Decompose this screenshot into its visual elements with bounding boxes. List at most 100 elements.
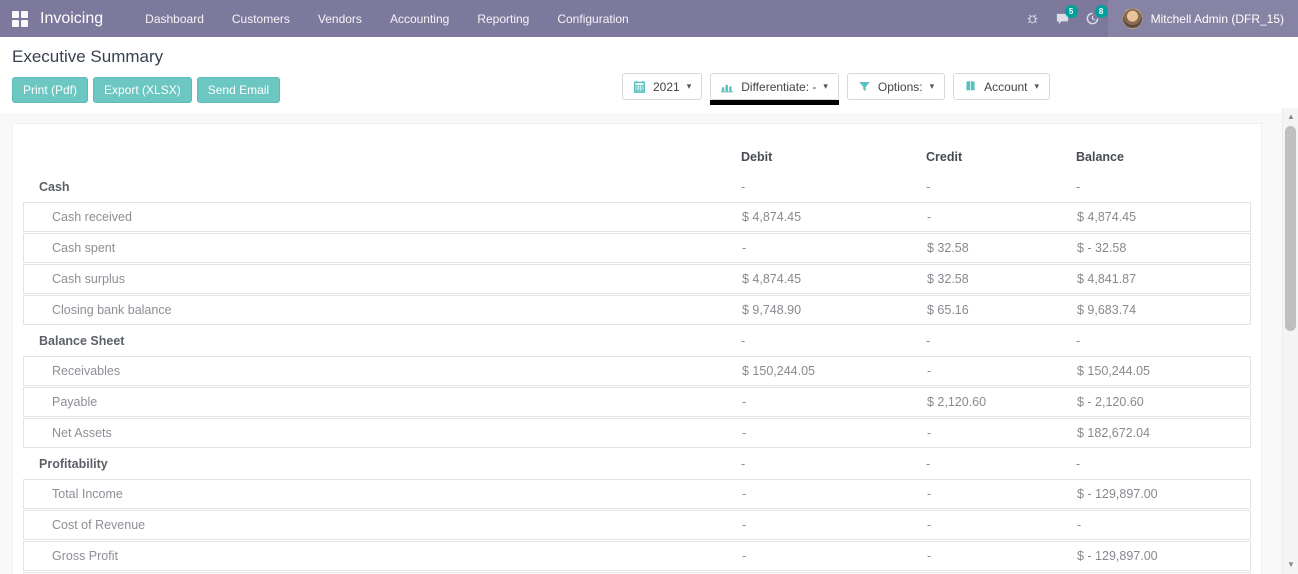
print-pdf-button[interactable]: Print (Pdf) — [12, 77, 88, 103]
table-row[interactable]: Cash surplus $ 4,874.45 $ 32.58 $ 4,841.… — [23, 264, 1251, 294]
table-row: Profitability - - - — [23, 449, 1251, 479]
row-credit: - — [927, 210, 1077, 224]
year-filter-button[interactable]: 2021 ▾ — [622, 73, 702, 100]
table-row[interactable]: Cash received $ 4,874.45 - $ 4,874.45 — [23, 202, 1251, 232]
column-header-balance: Balance — [1076, 150, 1251, 164]
row-debit: - — [742, 426, 927, 440]
column-header-credit: Credit — [926, 150, 1076, 164]
account-filter-label: Account — [984, 80, 1027, 94]
row-balance: - — [1076, 334, 1251, 348]
row-label: Cash received — [24, 210, 742, 224]
table-row: Cash - - - — [23, 172, 1251, 202]
row-credit: - — [927, 518, 1077, 532]
row-balance: $ 150,244.05 — [1077, 364, 1250, 378]
chevron-down-icon: ▾ — [1035, 81, 1040, 92]
table-row[interactable]: Net Assets - - $ 182,672.04 — [23, 418, 1251, 448]
nav-item-configuration[interactable]: Configuration — [543, 0, 642, 37]
row-label: Gross Profit — [24, 549, 742, 563]
chevron-down-icon: ▾ — [823, 81, 828, 92]
row-debit: - — [742, 487, 927, 501]
page-title: Executive Summary — [12, 47, 1286, 67]
activities-clock-icon[interactable]: 8 — [1078, 0, 1108, 37]
scroll-down-arrow-icon[interactable]: ▼ — [1283, 558, 1298, 572]
row-credit: $ 65.16 — [927, 303, 1077, 317]
scroll-up-arrow-icon[interactable]: ▲ — [1283, 110, 1298, 124]
apps-grid-icon[interactable] — [12, 11, 28, 27]
debug-bug-icon[interactable] — [1018, 0, 1048, 37]
table-row[interactable]: Total Income - - $ - 129,897.00 — [23, 479, 1251, 509]
row-label: Cash surplus — [24, 272, 742, 286]
filter-funnel-icon — [858, 80, 871, 93]
row-label: Cost of Revenue — [24, 518, 742, 532]
bar-chart-icon — [721, 80, 734, 93]
nav-item-accounting[interactable]: Accounting — [376, 0, 463, 37]
table-row[interactable]: Receivables $ 150,244.05 - $ 150,244.05 — [23, 356, 1251, 386]
table-body: Cash - - - Cash received $ 4,874.45 - $ … — [23, 172, 1251, 574]
row-credit: - — [927, 364, 1077, 378]
row-balance: $ 182,672.04 — [1077, 426, 1250, 440]
differentiate-filter-label: Differentiate: - — [741, 80, 816, 94]
messages-icon[interactable]: 5 — [1048, 0, 1078, 37]
report-filters: 2021 ▾ Differentiate: - ▾ Options: ▾ — [622, 73, 1050, 100]
row-balance: $ 9,683.74 — [1077, 303, 1250, 317]
nav-item-customers[interactable]: Customers — [218, 0, 304, 37]
row-balance: $ - 129,897.00 — [1077, 487, 1250, 501]
row-balance: - — [1076, 180, 1251, 194]
account-filter-button[interactable]: Account ▾ — [953, 73, 1050, 100]
column-header-debit: Debit — [741, 150, 926, 164]
row-credit: $ 2,120.60 — [927, 395, 1077, 409]
export-xlsx-button[interactable]: Export (XLSX) — [93, 77, 192, 103]
chevron-down-icon: ▾ — [687, 81, 692, 92]
table-row[interactable]: Closing bank balance $ 9,748.90 $ 65.16 … — [23, 295, 1251, 325]
row-debit: - — [741, 334, 926, 348]
table-row[interactable]: Cost of Revenue - - - — [23, 510, 1251, 540]
action-buttons: Print (Pdf)Export (XLSX)Send Email — [12, 77, 280, 103]
table-row[interactable]: Gross Profit - - $ - 129,897.00 — [23, 541, 1251, 571]
row-label: Profitability — [23, 457, 741, 471]
differentiate-filter-button[interactable]: Differentiate: - ▾ — [710, 73, 839, 100]
row-balance: - — [1076, 457, 1251, 471]
activities-badge: 8 — [1095, 5, 1108, 18]
row-label: Closing bank balance — [24, 303, 742, 317]
row-debit: - — [742, 395, 927, 409]
nav-item-dashboard[interactable]: Dashboard — [131, 0, 218, 37]
user-avatar — [1122, 8, 1143, 29]
row-credit: - — [926, 457, 1076, 471]
row-debit: - — [742, 518, 927, 532]
table-row[interactable]: Payable - $ 2,120.60 $ - 2,120.60 — [23, 387, 1251, 417]
row-label: Cash — [23, 180, 741, 194]
row-debit: $ 4,874.45 — [742, 272, 927, 286]
table-header-row: Debit Credit Balance — [23, 142, 1251, 172]
row-debit: $ 9,748.90 — [742, 303, 927, 317]
year-filter-label: 2021 — [653, 80, 680, 94]
report-card: Debit Credit Balance Cash - - - Cash rec… — [12, 123, 1262, 574]
row-debit: $ 4,874.45 — [742, 210, 927, 224]
scrollbar-thumb[interactable] — [1285, 126, 1296, 331]
options-filter-label: Options: — [878, 80, 923, 94]
row-debit: - — [742, 549, 927, 563]
row-label: Net Assets — [24, 426, 742, 440]
row-balance: $ - 129,897.00 — [1077, 549, 1250, 563]
row-credit: $ 32.58 — [927, 272, 1077, 286]
row-label: Receivables — [24, 364, 742, 378]
row-credit: - — [927, 426, 1077, 440]
nav-item-reporting[interactable]: Reporting — [463, 0, 543, 37]
row-balance: $ - 2,120.60 — [1077, 395, 1250, 409]
table-row[interactable]: Cash spent - $ 32.58 $ - 32.58 — [23, 233, 1251, 263]
row-label: Payable — [24, 395, 742, 409]
nav-item-vendors[interactable]: Vendors — [304, 0, 376, 37]
row-credit: - — [927, 549, 1077, 563]
row-balance: - — [1077, 518, 1250, 532]
row-balance: $ - 32.58 — [1077, 241, 1250, 255]
options-filter-button[interactable]: Options: ▾ — [847, 73, 945, 100]
top-navbar: Invoicing DashboardCustomersVendorsAccou… — [0, 0, 1298, 37]
row-credit: - — [927, 487, 1077, 501]
send-email-button[interactable]: Send Email — [197, 77, 280, 103]
control-panel: Executive Summary Print (Pdf)Export (XLS… — [0, 37, 1298, 113]
vertical-scrollbar[interactable]: ▲ ▼ — [1282, 108, 1298, 574]
app-title[interactable]: Invoicing — [40, 10, 103, 28]
main-menu: DashboardCustomersVendorsAccountingRepor… — [131, 0, 643, 37]
row-balance: $ 4,841.87 — [1077, 272, 1250, 286]
user-menu[interactable]: Mitchell Admin (DFR_15) — [1108, 0, 1298, 37]
table-row: Balance Sheet - - - — [23, 326, 1251, 356]
